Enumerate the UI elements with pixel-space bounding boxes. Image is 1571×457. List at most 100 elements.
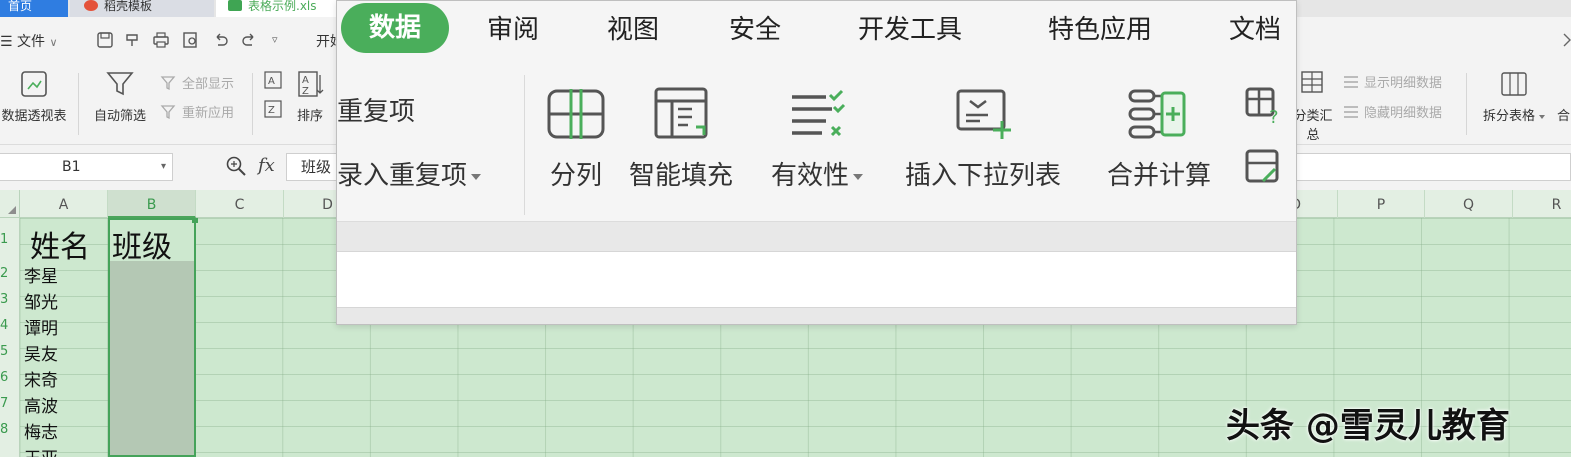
record-form-icon[interactable]: ? (1245, 87, 1285, 127)
svg-text:Z: Z (302, 86, 309, 97)
column-header-a[interactable]: A (20, 190, 108, 218)
refuse-duplicates-button[interactable]: 录入重复项 (337, 155, 482, 192)
sort-ascending-icon[interactable]: A (264, 71, 282, 89)
consolidate-label: 合并计算 (1107, 161, 1212, 191)
pivot-table-label: 数据透视表 (1, 109, 67, 124)
split-column-button[interactable]: 分列 (545, 87, 607, 192)
highlight-duplicates-button[interactable]: 重复项 (337, 91, 415, 128)
reapply-label: 重新应用 (182, 106, 235, 121)
cell-a3[interactable]: 邹光 (24, 288, 58, 313)
smart-fill-icon (654, 87, 708, 139)
cell-a2[interactable]: 李星 (24, 262, 58, 287)
cell-a9[interactable]: 王亚 (24, 444, 58, 457)
row-header-2[interactable]: 2 (0, 266, 20, 281)
docer-logo-icon (84, 0, 98, 11)
row-header-4[interactable]: 4 (0, 318, 20, 333)
tab-home[interactable]: 首页 (0, 0, 68, 17)
row-header-7[interactable]: 7 (0, 396, 20, 411)
undo-icon[interactable] (212, 31, 230, 49)
smart-fill-label: 智能填充 (629, 161, 734, 191)
tab-spreadsheet-file[interactable]: 表格示例.xls (216, 0, 342, 17)
row-header-8[interactable]: 8 (0, 422, 20, 437)
tab-review[interactable]: 审阅 (487, 9, 539, 46)
show-all-button[interactable]: 全部显示 (160, 73, 234, 92)
cell-a6[interactable]: 宋奇 (24, 366, 58, 391)
edit-links-icon[interactable] (1245, 149, 1285, 189)
insert-function-icon[interactable]: fx (258, 155, 275, 176)
column-header-c[interactable]: C (196, 190, 284, 218)
sort-descending-icon[interactable]: Z (264, 100, 282, 118)
reapply-button[interactable]: 重新应用 (160, 102, 234, 121)
svg-text:A: A (302, 75, 309, 86)
tab-developer[interactable]: 开发工具 (858, 9, 962, 46)
cell-a5[interactable]: 吴友 (24, 340, 58, 365)
svg-text:?: ? (1269, 107, 1279, 127)
formula-content: 班级 (301, 158, 332, 176)
name-box-dropdown-icon[interactable]: ▾ (161, 154, 166, 180)
cell-a8[interactable]: 梅志 (24, 418, 58, 443)
pivot-table-icon (21, 71, 47, 97)
tab-security[interactable]: 安全 (729, 9, 781, 46)
data-validation-icon (792, 89, 846, 137)
hide-detail-button[interactable]: 隐藏明细数据 (1342, 102, 1442, 121)
select-all-corner[interactable] (0, 190, 20, 218)
autofilter-button[interactable]: 自动筛选 (88, 69, 152, 124)
subtotal-label: 分类汇总 (1293, 109, 1333, 143)
show-detail-label: 显示明细数据 (1364, 76, 1443, 91)
split-table-label: 拆分表格 (1482, 109, 1535, 124)
column-header-p[interactable]: P (1338, 190, 1425, 218)
hamburger-icon: ☰ (0, 34, 13, 50)
filter-funnel-icon (106, 72, 134, 96)
column-header-q[interactable]: Q (1425, 190, 1513, 218)
zoom-search-icon[interactable] (225, 155, 247, 177)
row-header-1[interactable]: 1 (0, 232, 20, 247)
format-painter-icon[interactable] (124, 31, 142, 49)
row-header-5[interactable]: 5 (0, 344, 20, 359)
insert-dropdown-button[interactable]: 插入下拉列表 (905, 87, 1061, 192)
chevron-down-icon: ∨ (49, 36, 58, 49)
tab-file-label: 表格示例.xls (248, 0, 317, 13)
merge-button[interactable]: 合 (1557, 69, 1571, 124)
validity-button[interactable]: 有效性 (771, 87, 864, 192)
consolidate-button[interactable]: 合并计算 (1107, 87, 1211, 192)
cell-a1[interactable]: 姓名 (30, 222, 90, 266)
file-menu-button[interactable]: ☰ 文件 ∨ (0, 31, 58, 51)
save-icon[interactable] (96, 31, 114, 49)
tab-document[interactable]: 文档 (1229, 9, 1281, 46)
print-preview-icon[interactable] (182, 31, 200, 49)
split-table-button[interactable]: 拆分表格 (1476, 69, 1552, 124)
collapse-ribbon-icon[interactable] (1562, 31, 1571, 49)
subtotal-icon (1301, 71, 1323, 93)
validity-label: 有效性 (771, 161, 850, 191)
ribbon-separator (524, 75, 525, 215)
row-header-3[interactable]: 3 (0, 292, 20, 307)
show-detail-button[interactable]: 显示明细数据 (1342, 72, 1442, 91)
sort-az-icon: AZ (298, 71, 324, 97)
ribbon-command-area: 重复项 录入重复项 分列 智能填充 有效性 插入下拉列表 合并计算 ? (337, 63, 1296, 221)
column-header-b[interactable]: B (108, 190, 196, 218)
sort-label: 排序 (296, 109, 323, 124)
cell-b1[interactable]: 班级 (112, 222, 172, 266)
print-icon[interactable] (152, 31, 170, 49)
split-column-label: 分列 (549, 161, 602, 191)
consolidate-icon (1128, 89, 1186, 139)
customize-toolbar-icon[interactable]: ▿ (272, 33, 278, 46)
autofilter-label: 自动筛选 (93, 109, 146, 124)
row-header-6[interactable]: 6 (0, 370, 20, 385)
column-header-r[interactable]: R (1513, 190, 1571, 218)
name-box[interactable]: B1 ▾ (0, 153, 173, 181)
tab-special-apps[interactable]: 特色应用 (1048, 9, 1152, 46)
split-column-icon (547, 89, 605, 139)
row-header-bar: 1 2 3 4 5 6 7 8 (0, 218, 20, 457)
tab-templates[interactable]: 稻壳模板 (70, 0, 214, 17)
pivot-table-button[interactable]: 数据透视表 (0, 69, 70, 124)
tab-templates-label: 稻壳模板 (104, 0, 153, 13)
insert-dropdown-list-icon (956, 89, 1011, 139)
tab-data[interactable]: 数据 (341, 3, 449, 53)
cell-a4[interactable]: 谭明 (24, 314, 58, 339)
sort-button[interactable]: AZ 排序 (290, 69, 330, 124)
redo-icon[interactable] (240, 31, 258, 49)
tab-view[interactable]: 视图 (607, 9, 659, 46)
smart-fill-button[interactable]: 智能填充 (629, 87, 733, 192)
cell-a7[interactable]: 高波 (24, 392, 58, 417)
